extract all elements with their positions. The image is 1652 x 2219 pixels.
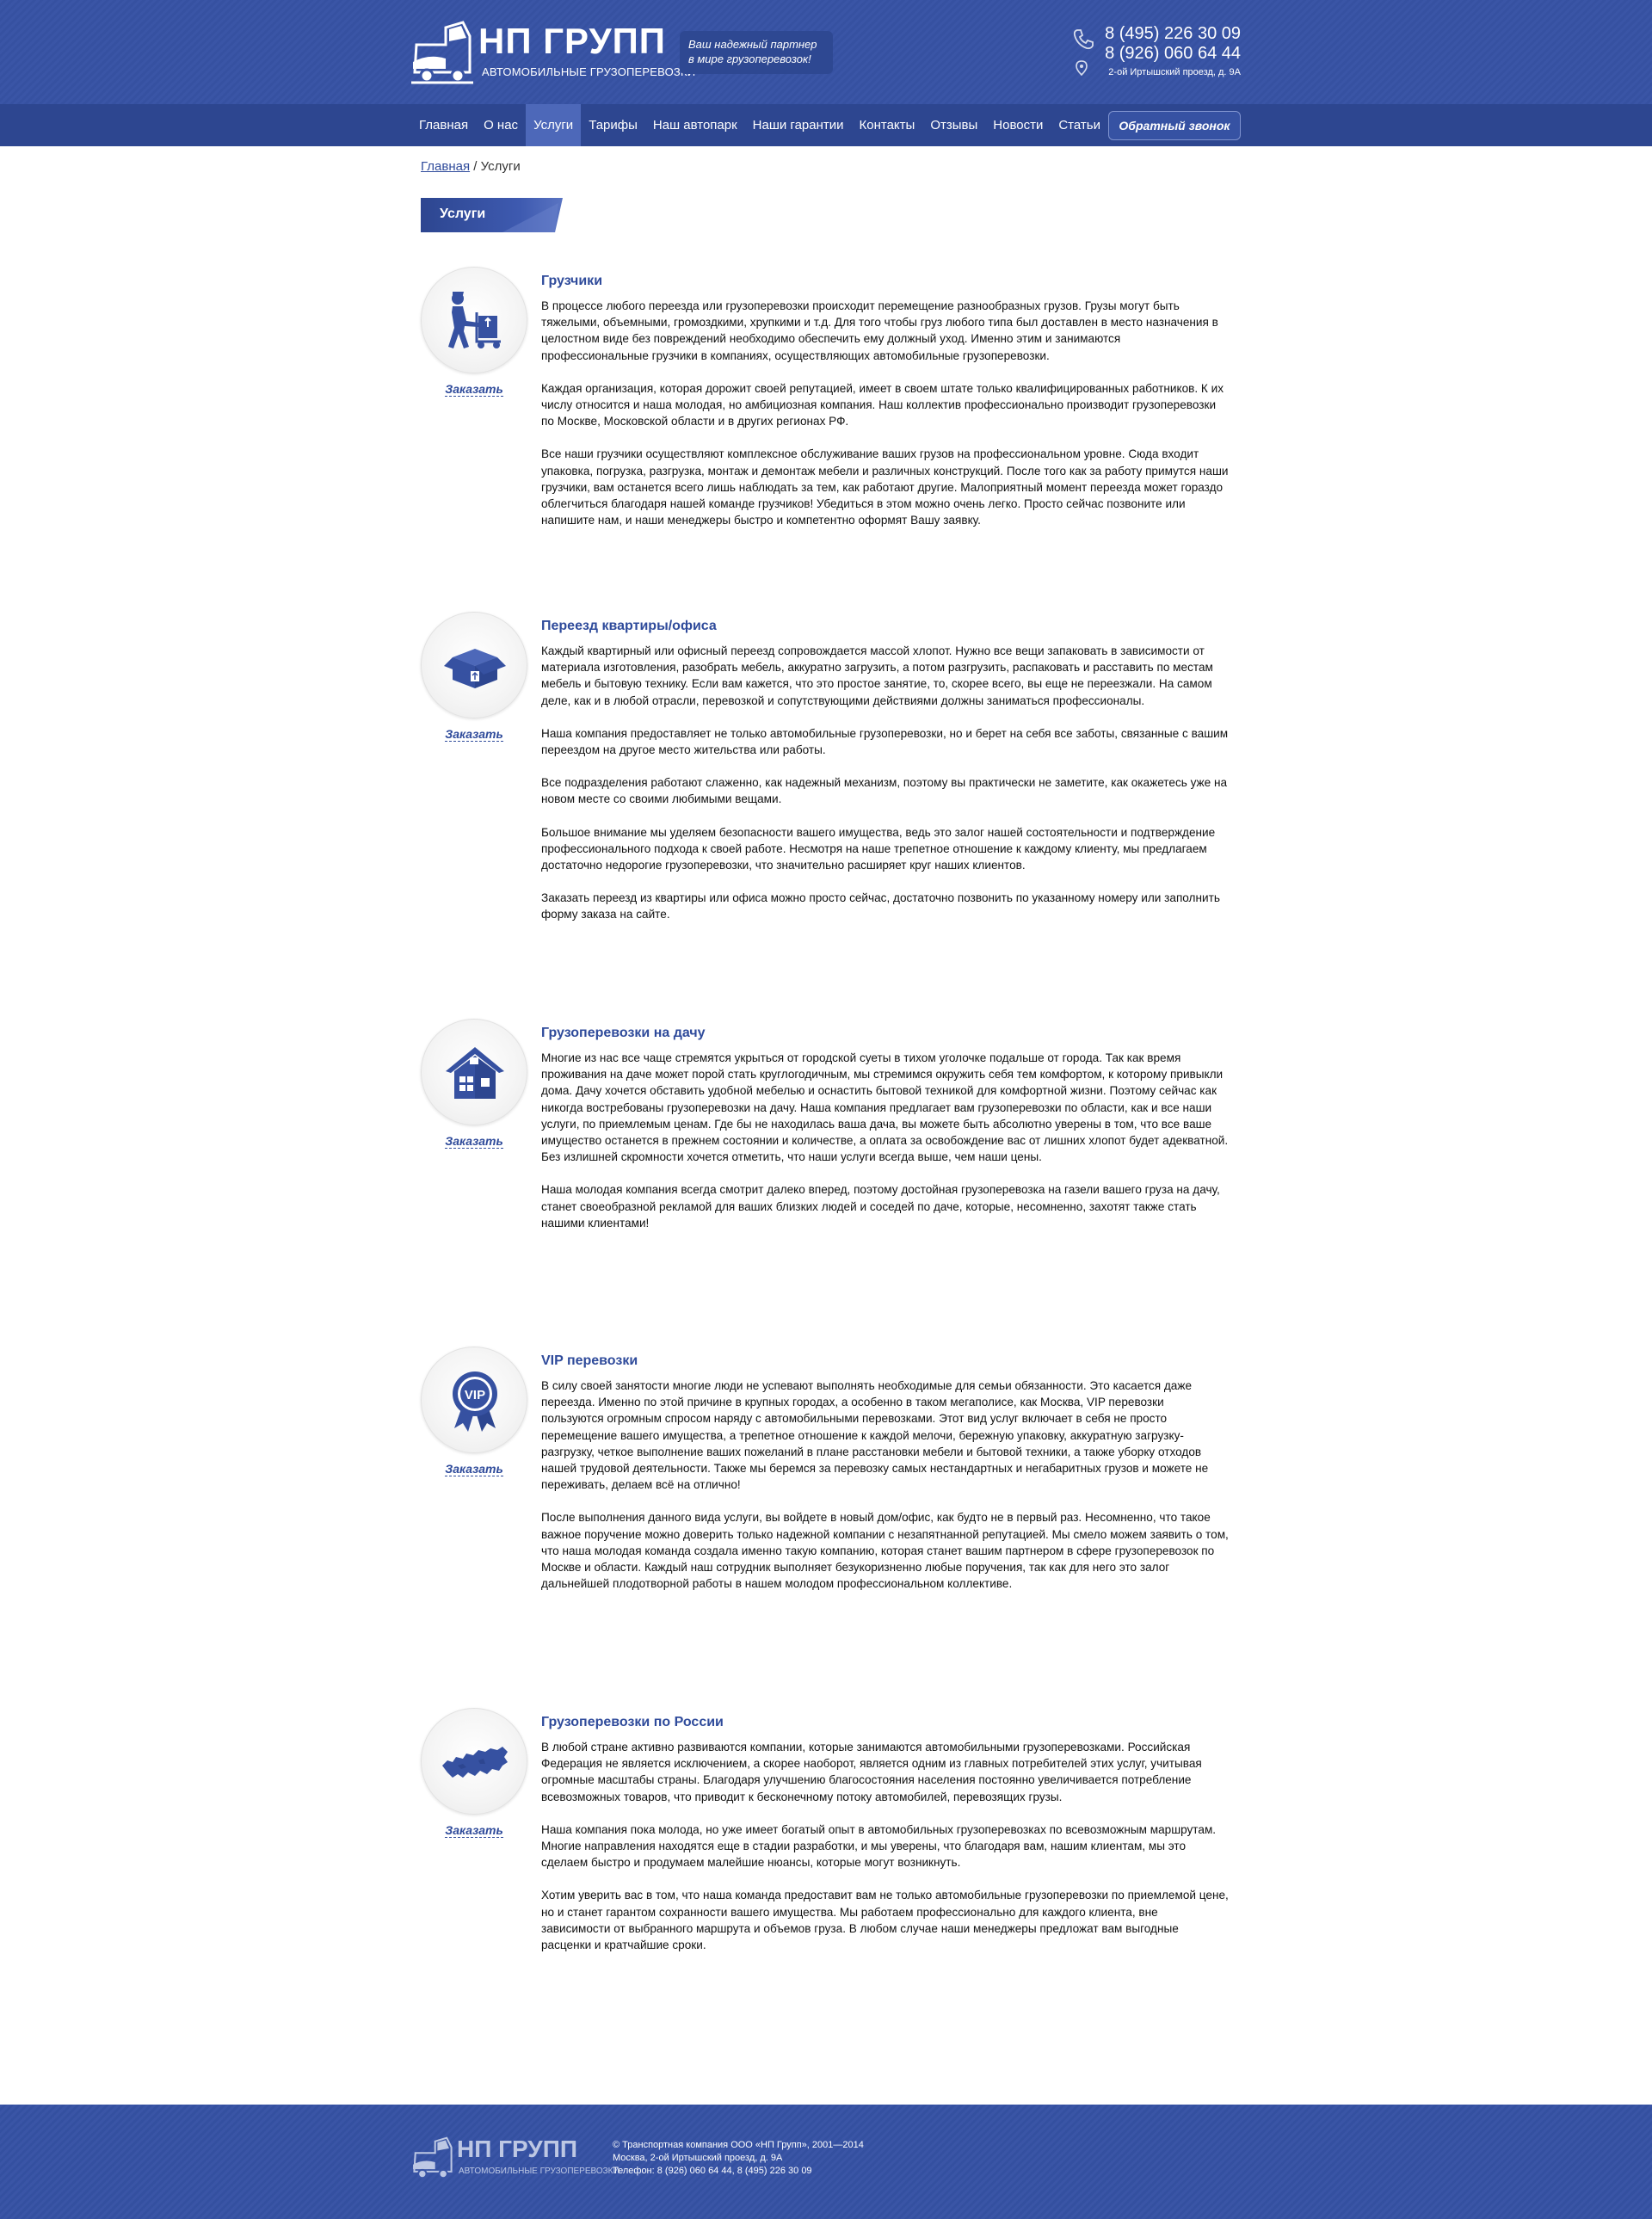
- service-title: Грузчики: [541, 274, 603, 288]
- nav-item-news[interactable]: Новости: [985, 104, 1051, 146]
- truck-logo-icon: [411, 21, 473, 84]
- order-link-text[interactable]: Заказать: [445, 1134, 503, 1149]
- nav-item-fleet[interactable]: Наш автопарк: [645, 104, 745, 146]
- service-icon-circle: [421, 267, 527, 373]
- service-paragraph: Каждая организация, которая дорожит свое…: [541, 381, 1224, 428]
- service-paragraph: Большое внимание мы уделяем безопасности…: [541, 825, 1216, 872]
- service-paragraph: В любой стране активно развиваются компа…: [541, 1741, 1202, 1803]
- service-paragraph: Хотим уверить вас в том, что наша команд…: [541, 1889, 1229, 1952]
- box-icon: [444, 649, 506, 688]
- service-paragraph: Наша молодая компания всегда смотрит дал…: [541, 1183, 1220, 1230]
- order-link[interactable]: Заказать: [421, 380, 527, 397]
- service-icon-circle: [421, 612, 527, 718]
- callback-button[interactable]: Обратный звонок: [1107, 110, 1241, 140]
- order-link[interactable]: Заказать: [421, 1821, 527, 1838]
- logo-subtitle: АВТОМОБИЛЬНЫЕ ГРУЗОПЕРЕВОЗКИ: [482, 65, 696, 78]
- address: 2-ой Иртышский проезд, д. 9А: [1108, 67, 1241, 77]
- house-icon: [446, 1047, 504, 1099]
- slogan: Ваш надежный партнер в мире грузоперевоз…: [680, 31, 833, 74]
- breadcrumb-home-link[interactable]: Главная: [421, 159, 470, 174]
- nav-item-articles[interactable]: Статьи: [1051, 104, 1108, 146]
- footer-logo[interactable]: НП ГРУПП АВТОМОБИЛЬНЫЕ ГРУЗОПЕРЕВОЗКИ: [411, 2136, 620, 2187]
- nav-item-tariffs[interactable]: Тарифы: [581, 104, 645, 146]
- breadcrumb: Главная / Услуги: [421, 159, 521, 174]
- service-paragraph: Все наши грузчики осуществляют комплексн…: [541, 447, 1229, 527]
- service-paragraph: Каждый квартирный или офисный переезд со…: [541, 644, 1213, 707]
- service-icon-circle: [421, 1708, 527, 1815]
- order-link[interactable]: Заказать: [421, 725, 527, 742]
- truck-logo-icon: [413, 2136, 453, 2179]
- page-title: Услуги: [421, 198, 563, 232]
- service-paragraph: Многие из нас все чаще стремятся укрытьс…: [541, 1051, 1229, 1164]
- service-icon-circle: VIP: [421, 1347, 527, 1453]
- russia-map-icon: [442, 1747, 508, 1778]
- order-link-text[interactable]: Заказать: [445, 382, 503, 397]
- phone-icon: [1073, 29, 1094, 50]
- breadcrumb-separator: /: [470, 159, 481, 174]
- phone-number[interactable]: 8 (926) 060 64 44: [1105, 44, 1241, 64]
- order-link-text[interactable]: Заказать: [445, 727, 503, 742]
- logo-title: НП ГРУПП: [478, 21, 666, 61]
- order-link-text[interactable]: Заказать: [445, 1823, 503, 1838]
- service-icon-circle: [421, 1019, 527, 1125]
- order-link-text[interactable]: Заказать: [445, 1462, 503, 1476]
- nav-item-reviews[interactable]: Отзывы: [922, 104, 985, 146]
- footer-logo-subtitle: АВТОМОБИЛЬНЫЕ ГРУЗОПЕРЕВОЗКИ: [459, 2167, 620, 2176]
- nav-item-guarantees[interactable]: Наши гарантии: [745, 104, 852, 146]
- service-paragraph: Заказать переезд из квартиры или офиса м…: [541, 891, 1220, 922]
- vip-badge-icon: VIP: [453, 1371, 497, 1432]
- site-footer: НП ГРУПП АВТОМОБИЛЬНЫЕ ГРУЗОПЕРЕВОЗКИ © …: [0, 2105, 1652, 2219]
- service-content: Грузоперевозки на дачу Многие из нас все…: [541, 1026, 1230, 1248]
- footer-phones: Телефон: 8 (926) 060 64 44, 8 (495) 226 …: [613, 2166, 812, 2176]
- nav-item-services[interactable]: Услуги: [526, 104, 582, 146]
- footer-info: © Транспортная компания ООО «НП Групп», …: [613, 2139, 864, 2178]
- slogan-line: в мире грузоперевозок!: [688, 52, 811, 65]
- vip-icon-text: VIP: [465, 1388, 485, 1402]
- order-link[interactable]: Заказать: [421, 1132, 527, 1149]
- header-contacts: 8 (495) 226 30 09 8 (926) 060 64 44 2-ой…: [1105, 24, 1241, 77]
- nav-item-home[interactable]: Главная: [411, 104, 476, 146]
- service-content: Грузчики В процессе любого переезда или …: [541, 274, 1230, 545]
- footer-copyright: © Транспортная компания ООО «НП Групп», …: [613, 2140, 864, 2150]
- service-title: Грузоперевозки по России: [541, 1715, 724, 1729]
- phone-number[interactable]: 8 (495) 226 30 09: [1105, 24, 1241, 44]
- breadcrumb-current: Услуги: [480, 159, 521, 174]
- footer-address: Москва, 2-ой Иртышский проезд, д. 9А: [613, 2153, 783, 2163]
- page-title-text: Услуги: [440, 206, 486, 221]
- service-paragraph: В процессе любого переезда или грузопере…: [541, 299, 1218, 362]
- mover-icon: [448, 292, 501, 348]
- service-paragraph: Наша компания пока молода, но уже имеет …: [541, 1822, 1217, 1870]
- nav-item-contacts[interactable]: Контакты: [852, 104, 923, 146]
- service-title: VIP перевозки: [541, 1353, 638, 1368]
- footer-logo-title: НП ГРУПП: [457, 2136, 577, 2162]
- service-paragraph: Все подразделения работают слаженно, как…: [541, 776, 1228, 806]
- service-title: Грузоперевозки на дачу: [541, 1026, 706, 1040]
- main-nav: Главная О нас Услуги Тарифы Наш автопарк…: [0, 104, 1652, 146]
- service-content: VIP перевозки В силу своей занятости мно…: [541, 1353, 1230, 1608]
- location-pin-icon: [1076, 60, 1088, 76]
- service-content: Переезд квартиры/офиса Каждый квартирный…: [541, 619, 1230, 940]
- logo[interactable]: НП ГРУПП АВТОМОБИЛЬНЫЕ ГРУЗОПЕРЕВОЗКИ: [411, 19, 695, 88]
- service-title: Переезд квартиры/офиса: [541, 619, 717, 633]
- service-paragraph: После выполнения данного вида услуги, вы…: [541, 1511, 1229, 1591]
- service-paragraph: Наша компания предоставляет не только ав…: [541, 726, 1229, 757]
- nav-item-about[interactable]: О нас: [476, 104, 526, 146]
- order-link[interactable]: Заказать: [421, 1460, 527, 1476]
- service-paragraph: В силу своей занятости многие люди не ус…: [541, 1379, 1209, 1492]
- service-content: Грузоперевозки по России В любой стране …: [541, 1715, 1230, 1969]
- slogan-line: Ваш надежный партнер: [688, 38, 817, 51]
- site-header: НП ГРУПП АВТОМОБИЛЬНЫЕ ГРУЗОПЕРЕВОЗКИ Ва…: [0, 0, 1652, 104]
